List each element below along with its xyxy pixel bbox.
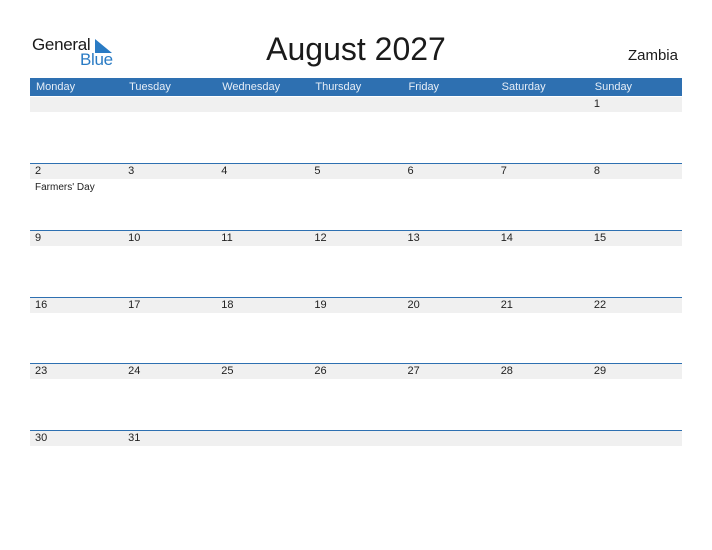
day-cell[interactable]: 12 <box>309 231 402 297</box>
day-cell[interactable]: 3 <box>123 164 216 230</box>
weekday-tuesday: Tuesday <box>129 81 171 93</box>
week-row: 2 Farmers' Day 3 4 5 6 7 8 <box>30 163 682 231</box>
day-cell[interactable]: 31 <box>123 431 216 497</box>
day-cell[interactable]: 23 <box>30 364 123 430</box>
day-number: 15 <box>593 232 607 244</box>
day-cell[interactable]: 4 <box>216 164 309 230</box>
day-cell[interactable]: 7 <box>496 164 589 230</box>
day-cell[interactable]: 20 <box>403 298 496 364</box>
day-number: 26 <box>314 365 327 377</box>
day-cell[interactable]: 18 <box>216 298 309 364</box>
day-cell[interactable] <box>30 97 123 163</box>
day-number: 2 <box>35 165 42 177</box>
day-cell[interactable]: 5 <box>309 164 402 230</box>
day-number: 21 <box>500 299 513 311</box>
day-number: 19 <box>314 299 327 311</box>
day-number: 1 <box>593 98 600 110</box>
day-number: 18 <box>221 299 234 311</box>
day-number: 7 <box>500 165 507 177</box>
day-cell[interactable]: 28 <box>496 364 589 430</box>
day-number: 3 <box>128 165 135 177</box>
day-cell[interactable]: 17 <box>123 298 216 364</box>
day-number: 24 <box>128 365 141 377</box>
day-cell[interactable]: 15 <box>589 231 682 297</box>
holiday-label: Farmers' Day <box>35 182 95 193</box>
day-cell[interactable]: 16 <box>30 298 123 364</box>
day-cell[interactable]: 24 <box>123 364 216 430</box>
day-number: 8 <box>593 165 600 177</box>
day-number: 29 <box>593 365 607 377</box>
week-row: 16 17 18 19 20 21 22 <box>30 297 682 365</box>
day-number: 20 <box>407 299 420 311</box>
country-label: Zambia <box>627 47 678 64</box>
weekday-header: Monday Tuesday Wednesday Thursday Friday… <box>30 78 682 96</box>
day-number: 10 <box>128 232 141 244</box>
day-number: 23 <box>35 365 48 377</box>
day-cell[interactable]: 1 <box>589 97 682 163</box>
day-number: 27 <box>407 365 420 377</box>
day-number: 30 <box>35 432 48 444</box>
day-number: 12 <box>314 232 327 244</box>
day-cell[interactable]: 2 Farmers' Day <box>30 164 123 230</box>
weekday-sunday: Sunday <box>594 81 633 93</box>
day-cell[interactable]: 27 <box>403 364 496 430</box>
day-cell[interactable] <box>496 97 589 163</box>
week-row: 9 10 11 12 13 14 15 <box>30 230 682 298</box>
day-cell[interactable]: 22 <box>589 298 682 364</box>
day-number: 9 <box>35 232 42 244</box>
day-cell[interactable] <box>403 431 496 497</box>
weekday-saturday: Saturday <box>501 81 546 93</box>
day-cell[interactable]: 25 <box>216 364 309 430</box>
day-cell[interactable]: 6 <box>403 164 496 230</box>
day-cell[interactable]: 14 <box>496 231 589 297</box>
week-row: 23 24 25 26 27 28 29 <box>30 363 682 431</box>
day-cell[interactable]: 10 <box>123 231 216 297</box>
weekday-monday: Monday <box>36 81 76 93</box>
day-cell[interactable] <box>216 97 309 163</box>
day-cell[interactable]: 21 <box>496 298 589 364</box>
day-cell[interactable]: 8 <box>589 164 682 230</box>
day-cell[interactable]: 9 <box>30 231 123 297</box>
week-row: 1 <box>30 97 682 164</box>
weekday-wednesday: Wednesday <box>222 81 281 93</box>
day-number: 11 <box>221 232 233 244</box>
day-cell[interactable]: 29 <box>589 364 682 430</box>
day-number: 5 <box>314 165 321 177</box>
day-cell[interactable] <box>309 431 402 497</box>
week-row: 30 31 <box>30 430 682 498</box>
page-title: August 2027 <box>266 31 446 67</box>
day-number: 28 <box>500 365 513 377</box>
day-cell[interactable]: 11 <box>216 231 309 297</box>
day-cell[interactable] <box>123 97 216 163</box>
day-number: 13 <box>407 232 420 244</box>
day-cell[interactable] <box>403 97 496 163</box>
weekday-thursday: Thursday <box>315 81 362 93</box>
day-cell[interactable] <box>309 97 402 163</box>
day-number: 25 <box>221 365 234 377</box>
day-number: 16 <box>35 299 48 311</box>
day-number: 14 <box>500 232 513 244</box>
day-cell[interactable]: 26 <box>309 364 402 430</box>
day-number: 31 <box>128 432 141 444</box>
day-cell[interactable]: 19 <box>309 298 402 364</box>
weekday-friday: Friday <box>408 81 440 93</box>
day-cell[interactable]: 13 <box>403 231 496 297</box>
day-number: 6 <box>407 165 414 177</box>
day-cell[interactable] <box>589 431 682 497</box>
day-cell[interactable] <box>216 431 309 497</box>
day-cell[interactable]: 30 <box>30 431 123 497</box>
day-number: 22 <box>593 299 607 311</box>
day-number: 4 <box>221 165 228 177</box>
day-number: 17 <box>128 299 141 311</box>
day-cell[interactable] <box>496 431 589 497</box>
